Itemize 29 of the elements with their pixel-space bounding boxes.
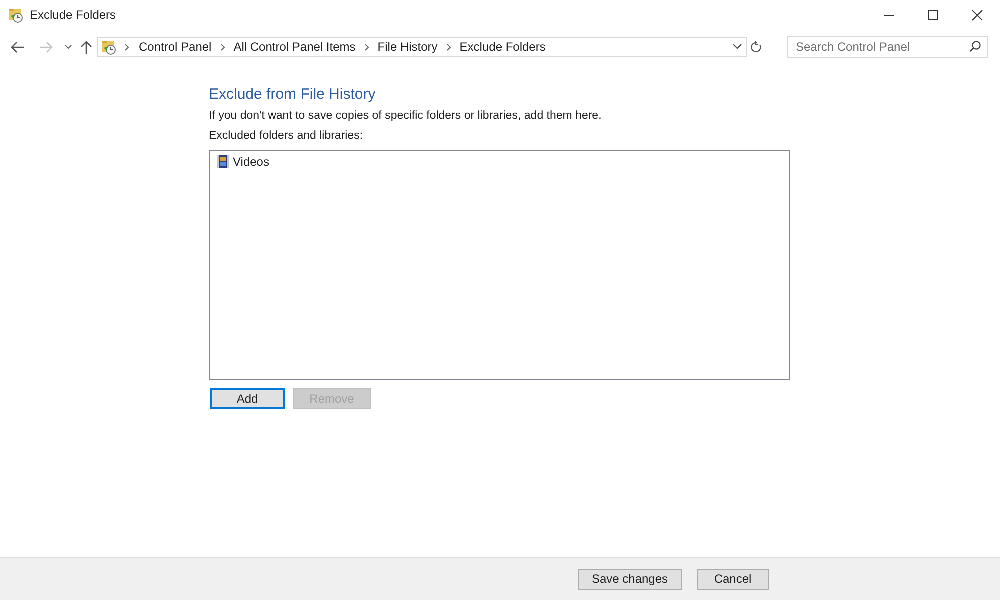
dialog-button[interactable]: Add	[210, 388, 285, 409]
breadcrumb-item[interactable]: File History	[378, 40, 438, 54]
file-history-icon	[101, 39, 117, 55]
window-title: Exclude Folders	[30, 8, 116, 22]
refresh-icon[interactable]	[751, 41, 762, 53]
dialog-button[interactable]: Cancel	[697, 568, 769, 590]
chevron-right-icon	[125, 44, 129, 50]
close-icon[interactable]	[972, 10, 983, 20]
dialog-button[interactable]: Save changes	[578, 568, 682, 590]
breadcrumb-item[interactable]: Control Panel	[139, 40, 212, 54]
search-field[interactable]: Search Control Panel	[787, 36, 988, 58]
breadcrumb-item[interactable]: Exclude Folders	[460, 40, 546, 54]
address-bar[interactable]: Control Panel All Control Panel Items File History Exclude Folders	[97, 37, 747, 57]
section-heading: Exclude from File History	[209, 86, 377, 103]
breadcrumb-item[interactable]: All Control Panel Items	[234, 40, 356, 54]
list-item[interactable]: Videos	[214, 153, 272, 170]
file-history-icon	[8, 7, 24, 23]
chevron-right-icon	[446, 44, 451, 50]
search-icon	[970, 41, 981, 52]
list-label: Excluded folders and libraries:	[209, 130, 364, 142]
film-icon	[216, 154, 230, 169]
chevron-down-icon[interactable]	[65, 44, 72, 50]
chevron-right-icon	[364, 44, 369, 50]
chevron-down-icon[interactable]	[733, 44, 742, 50]
description-text: If you don't want to save copies of specific folders or libraries, add them here.	[209, 110, 603, 122]
up-arrow-icon[interactable]	[81, 40, 92, 54]
back-arrow-icon[interactable]	[11, 42, 24, 52]
chevron-right-icon	[220, 44, 225, 50]
maximize-icon[interactable]	[928, 10, 938, 20]
